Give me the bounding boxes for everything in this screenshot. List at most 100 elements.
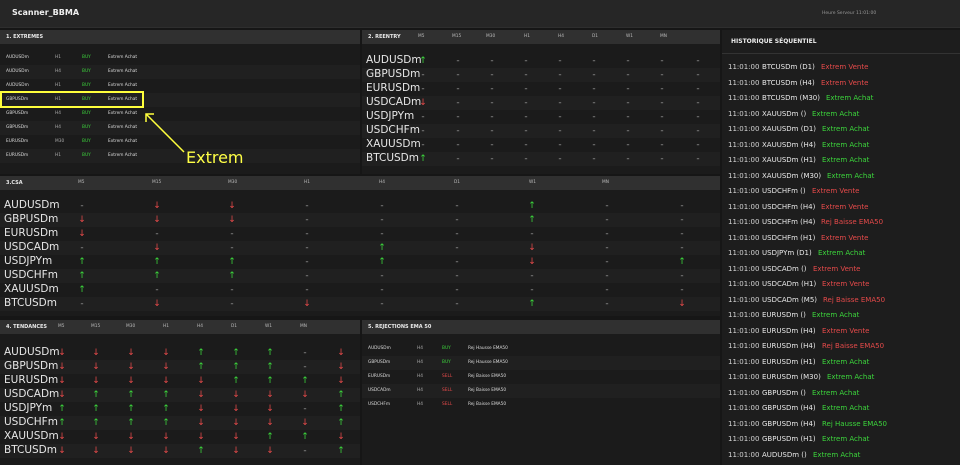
signal-row[interactable]: EURUSDm H4 SELL Rej Baisse EMA50 bbox=[362, 370, 720, 384]
trend-cell: - bbox=[80, 243, 84, 253]
trend-cell: - bbox=[558, 98, 562, 108]
symbol-label: USDCHFm bbox=[4, 416, 58, 428]
symbol-row[interactable]: USDCHFm ↑ ↑ ↑ ↑ ↓ ↓ ↓ ↓ ↑ bbox=[0, 416, 360, 430]
trend-cell: - bbox=[626, 56, 630, 66]
symbol-row[interactable]: USDCADm ↓ - - - - - - - - bbox=[362, 96, 720, 110]
signal-row[interactable]: AUDUSDm H4 BUY Rej Hausse EMA50 bbox=[362, 342, 720, 356]
column-header-w1: W1 bbox=[529, 180, 536, 185]
column-header-h4: H4 bbox=[379, 180, 385, 185]
symbol-row[interactable]: BTCUSDm ↑ - - - - - - - - bbox=[362, 152, 720, 166]
trend-cell: ↓ bbox=[301, 418, 309, 428]
trend-cell: ↑ bbox=[337, 446, 345, 456]
trend-cell: - bbox=[592, 98, 596, 108]
historique-header: HISTORIQUE SÉQUENTIEL bbox=[722, 30, 960, 54]
symbol-cell: GBPUSDm bbox=[368, 360, 391, 365]
trend-cell: - bbox=[558, 84, 562, 94]
trend-cell: ↑ bbox=[337, 390, 345, 400]
historique-title: HISTORIQUE SÉQUENTIEL bbox=[731, 38, 817, 45]
trend-cell: ↓ bbox=[92, 348, 100, 358]
symbol-row[interactable]: USDJPYm ↑ ↑ ↑ - ↑ - ↓ - ↑ bbox=[0, 255, 720, 269]
trend-cell: ↓ bbox=[78, 229, 86, 239]
symbol-row[interactable]: AUDUSDm - ↓ ↓ - - - ↑ - - bbox=[0, 199, 720, 213]
symbol-label: USDCHFm bbox=[4, 269, 58, 281]
symbol-label: BTCUSDm bbox=[4, 444, 57, 456]
trend-cell: - bbox=[605, 299, 609, 309]
symbol-label: USDCHFm bbox=[366, 124, 420, 136]
symbol-row[interactable]: EURUSDm ↓ ↓ ↓ ↓ ↓ ↑ ↑ ↑ ↓ bbox=[0, 374, 360, 388]
symbol-label: GBPUSDm bbox=[4, 360, 59, 372]
signal-row[interactable]: AUDUSDm H1 BUY Extrem Achat bbox=[0, 51, 360, 65]
trend-cell: - bbox=[696, 98, 700, 108]
signal-row[interactable]: USDCADm H4 SELL Rej Baisse EMA50 bbox=[362, 384, 720, 398]
trend-cell: ↑ bbox=[58, 418, 66, 428]
trend-cell: - bbox=[490, 126, 494, 136]
symbol-row[interactable]: AUDUSDm ↑ - - - - - - - - bbox=[362, 54, 720, 68]
column-header-m30: M30 bbox=[126, 324, 136, 329]
column-header-m30: M30 bbox=[486, 34, 496, 39]
trend-cell: - bbox=[605, 285, 609, 295]
trend-cell: ↑ bbox=[197, 362, 205, 372]
signal-row[interactable]: GBPUSDm H4 BUY Rej Hausse EMA50 bbox=[362, 356, 720, 370]
symbol-row[interactable]: GBPUSDm - - - - - - - - - bbox=[362, 68, 720, 82]
symbol-row[interactable]: BTCUSDm ↓ ↓ ↓ ↓ ↑ ↓ ↓ - ↑ bbox=[0, 444, 360, 458]
symbol-label: BTCUSDm bbox=[4, 297, 57, 309]
trend-cell: ↑ bbox=[378, 243, 386, 253]
signal-row[interactable]: AUDUSDm H4 BUY Extrem Achat bbox=[0, 65, 360, 79]
column-header-m15: M15 bbox=[91, 324, 101, 329]
symbol-row[interactable]: XAUUSDm ↓ ↓ ↓ ↓ ↓ ↓ ↑ ↑ ↓ bbox=[0, 430, 360, 444]
app-title: Scanner_BBMA bbox=[12, 8, 80, 17]
symbol-row[interactable]: USDCADm - ↓ - - ↑ - ↓ - - bbox=[0, 241, 720, 255]
trend-cell: - bbox=[155, 285, 159, 295]
column-header-m30: M30 bbox=[228, 180, 238, 185]
message-cell: Rej Hausse EMA50 bbox=[468, 360, 508, 365]
symbol-cell: AUDUSDm bbox=[6, 55, 29, 60]
trend-cell: ↑ bbox=[162, 404, 170, 414]
trend-cell: ↑ bbox=[153, 257, 161, 267]
symbol-row[interactable]: USDCADm ↓ ↑ ↑ ↑ ↓ ↓ ↓ ↓ ↑ bbox=[0, 388, 360, 402]
symbol-row[interactable]: XAUUSDm - - - - - - - - - bbox=[362, 138, 720, 152]
trend-cell: ↑ bbox=[266, 362, 274, 372]
trend-cell: - bbox=[592, 140, 596, 150]
trend-cell: ↑ bbox=[58, 404, 66, 414]
symbol-row[interactable]: USDJPYm ↑ ↑ ↑ ↑ ↓ ↓ ↓ - ↑ bbox=[0, 402, 360, 416]
symbol-label: AUDUSDm bbox=[4, 199, 60, 211]
trend-cell: - bbox=[680, 285, 684, 295]
symbol-row[interactable]: GBPUSDm ↓ ↓ ↓ ↓ ↑ ↑ ↑ - ↓ bbox=[0, 360, 360, 374]
trend-cell: ↑ bbox=[528, 215, 536, 225]
trend-cell: ↓ bbox=[153, 215, 161, 225]
trend-cell: ↓ bbox=[92, 432, 100, 442]
trend-cell: ↓ bbox=[153, 243, 161, 253]
symbol-row[interactable]: USDCHFm ↑ ↑ ↑ - - - - - - bbox=[0, 269, 720, 283]
title-bar: Scanner_BBMA Heure Serveur 11:01:00 bbox=[0, 0, 960, 28]
symbol-label: BTCUSDm bbox=[366, 152, 419, 164]
trend-cell: ↑ bbox=[78, 285, 86, 295]
trend-cell: - bbox=[626, 98, 630, 108]
symbol-row[interactable]: USDJPYm - - - - - - - - - bbox=[362, 110, 720, 124]
symbol-row[interactable]: BTCUSDm - ↓ - ↓ - - ↑ - ↓ bbox=[0, 297, 720, 311]
history-row[interactable]: 11:01:00 AUDUSDm () Extrem Achat bbox=[722, 446, 960, 464]
message-cell: Extrem Achat bbox=[108, 111, 138, 116]
trend-cell: - bbox=[455, 215, 459, 225]
symbol-cell: EURUSDm bbox=[6, 153, 29, 158]
csa-panel: 3.CSA M5 M15 M30 H1 H4 D1 W1 MN AUDUSDm - ↓ ↓ - - - ↑ -… bbox=[0, 176, 720, 316]
trend-cell: - bbox=[490, 56, 494, 66]
trend-cell: - bbox=[592, 56, 596, 66]
trend-cell: - bbox=[303, 362, 307, 372]
symbol-row[interactable]: EURUSDm ↓ - - - - - - - - bbox=[0, 227, 720, 241]
symbol-row[interactable]: EURUSDm - - - - - - - - - bbox=[362, 82, 720, 96]
symbol-row[interactable]: USDCHFm - - - - - - - - - bbox=[362, 124, 720, 138]
trend-cell: ↑ bbox=[92, 404, 100, 414]
trend-cell: ↓ bbox=[92, 376, 100, 386]
trend-cell: ↑ bbox=[197, 348, 205, 358]
trend-cell: - bbox=[380, 271, 384, 281]
symbol-label: EURUSDm bbox=[366, 82, 421, 94]
signal-row[interactable]: USDCHFm H4 SELL Rej Baisse EMA50 bbox=[362, 398, 720, 412]
trend-cell: - bbox=[592, 126, 596, 136]
symbol-row[interactable]: XAUUSDm ↑ - - - - - - - - bbox=[0, 283, 720, 297]
timeframe-cell: H1 bbox=[55, 55, 61, 60]
trend-cell: - bbox=[230, 285, 234, 295]
trend-cell: ↑ bbox=[92, 418, 100, 428]
trend-cell: ↓ bbox=[58, 446, 66, 456]
symbol-row[interactable]: AUDUSDm ↓ ↓ ↓ ↓ ↑ ↑ ↑ - ↓ bbox=[0, 346, 360, 360]
symbol-row[interactable]: GBPUSDm ↓ ↓ ↓ - - - ↑ - - bbox=[0, 213, 720, 227]
